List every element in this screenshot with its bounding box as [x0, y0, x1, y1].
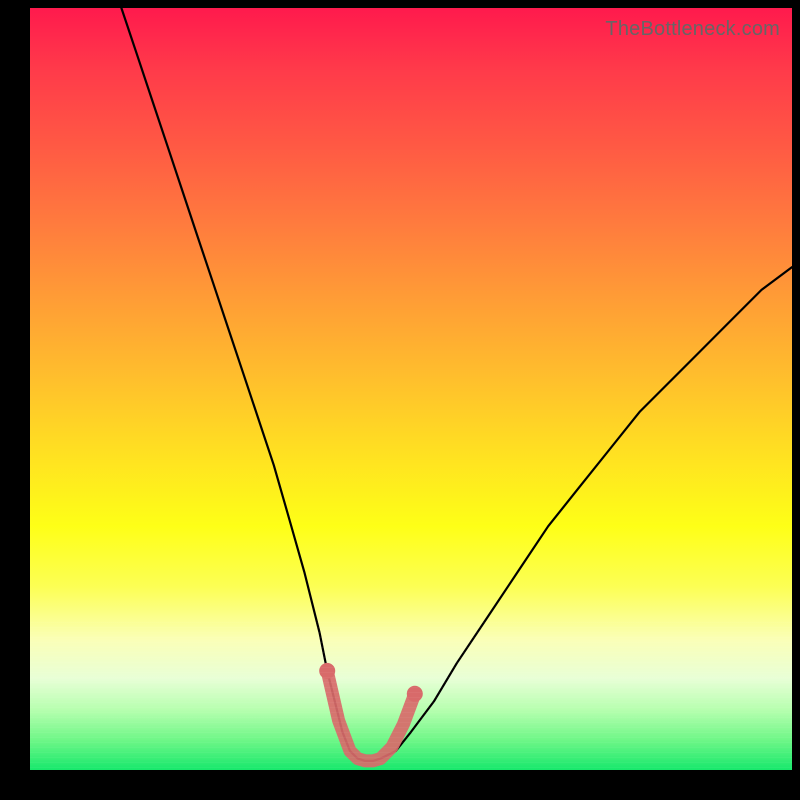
- chart-overlay: [30, 8, 792, 770]
- watermark-text: TheBottleneck.com: [605, 18, 780, 41]
- optimal-range-dots: [319, 663, 423, 702]
- optimal-range-marker: [327, 671, 415, 761]
- marker-end-dot: [319, 663, 335, 679]
- chart-frame: TheBottleneck.com: [0, 0, 800, 800]
- marker-end-dot: [407, 686, 423, 702]
- plot-area: TheBottleneck.com: [30, 8, 792, 770]
- bottleneck-curve: [121, 8, 792, 761]
